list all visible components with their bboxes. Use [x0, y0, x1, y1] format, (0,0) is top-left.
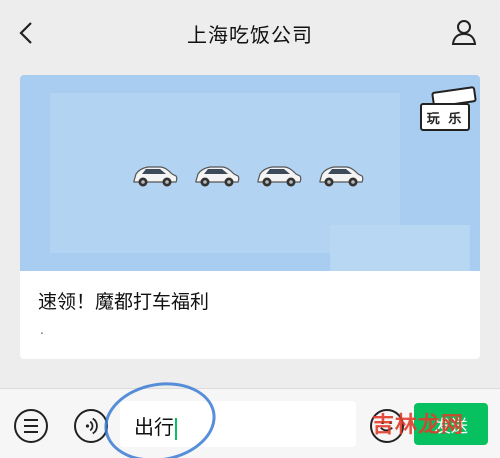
article-card[interactable]: 玩 乐 速领！魔都打车福利 .	[20, 75, 480, 359]
car-icon	[257, 166, 302, 187]
article-banner: 玩 乐	[20, 75, 480, 271]
article-title: 速领！魔都打车福利	[38, 291, 210, 313]
article-subtitle: .	[40, 323, 44, 337]
voice-icon[interactable]	[74, 409, 108, 443]
chevron-left-icon[interactable]	[14, 20, 38, 46]
watermark: 吉林龙网	[372, 413, 465, 438]
car-icon	[133, 166, 178, 187]
category-badge-label: 玩 乐	[420, 103, 470, 131]
message-input-bar: 出行 发送 吉林龙网	[0, 373, 500, 458]
car-icon	[319, 166, 364, 187]
page-title: 上海吃饭公司	[187, 22, 313, 47]
car-icon	[195, 166, 240, 187]
chat-header: 上海吃饭公司	[0, 0, 500, 66]
car-row	[130, 161, 366, 191]
menu-list-icon[interactable]	[14, 409, 48, 443]
category-badge: 玩 乐	[420, 86, 477, 133]
person-icon[interactable]	[450, 18, 478, 46]
